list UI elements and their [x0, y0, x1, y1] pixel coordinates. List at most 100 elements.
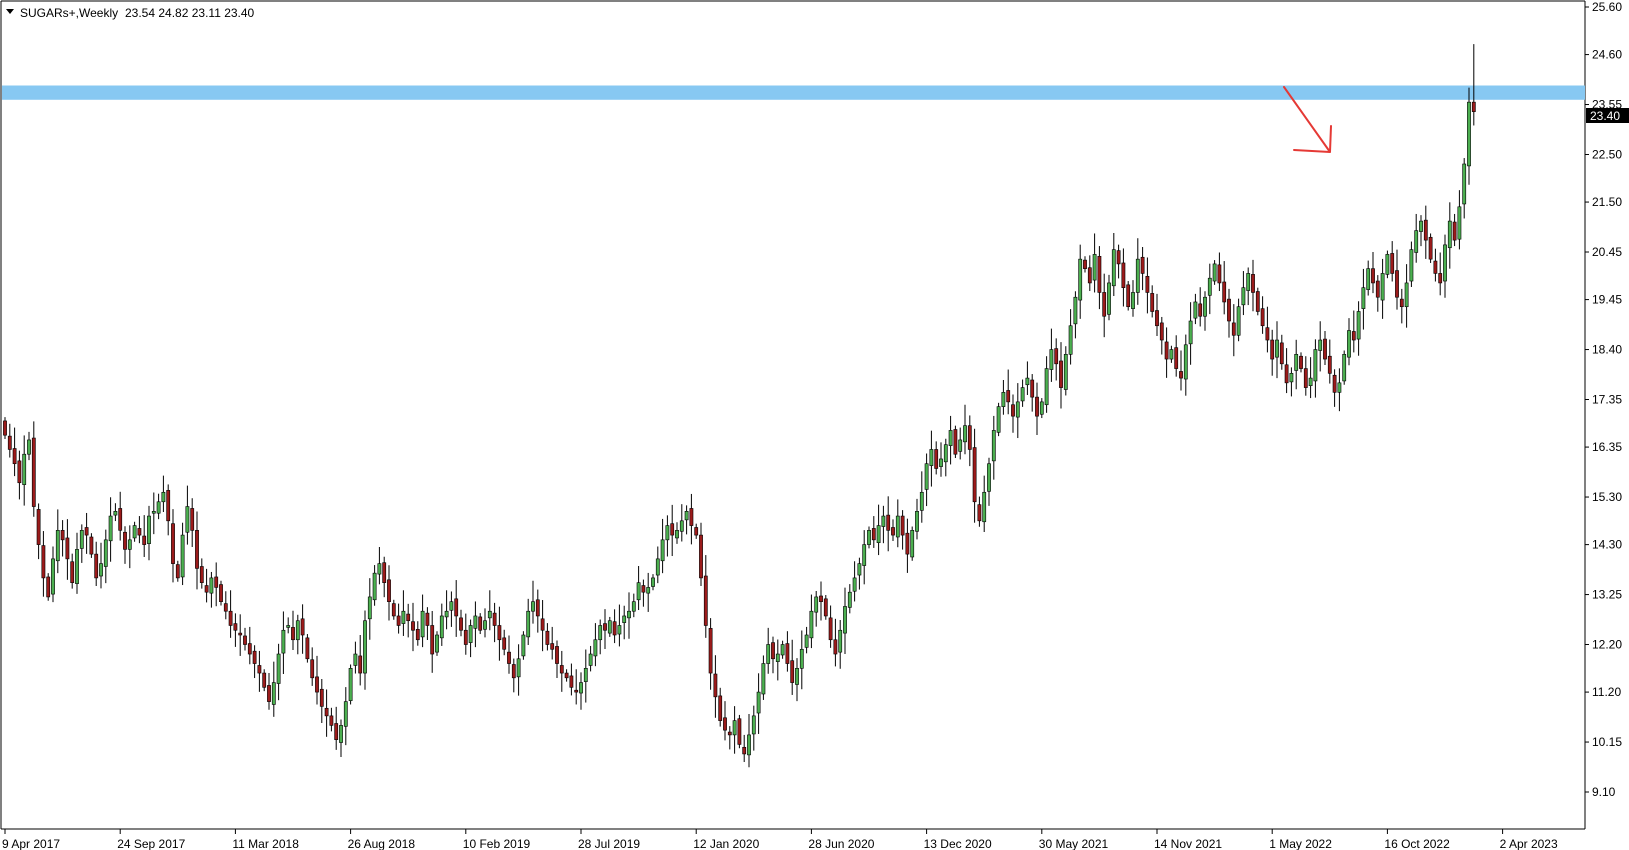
bear-candle[interactable] — [886, 514, 891, 531]
bear-candle[interactable] — [1140, 256, 1145, 274]
bull-candle[interactable] — [1111, 249, 1116, 287]
bear-candle[interactable] — [12, 448, 17, 465]
bear-candle[interactable] — [238, 632, 243, 636]
bull-candle[interactable] — [1380, 273, 1385, 301]
bear-candle[interactable] — [463, 629, 468, 645]
bear-candle[interactable] — [723, 717, 727, 731]
bull-candle[interactable] — [401, 610, 406, 624]
bear-candle[interactable] — [319, 688, 324, 707]
bear-candle[interactable] — [1164, 341, 1169, 360]
bull-candle[interactable] — [751, 715, 756, 735]
bull-candle[interactable] — [180, 534, 185, 578]
bull-candle[interactable] — [108, 515, 113, 542]
bull-candle[interactable] — [1246, 273, 1251, 291]
bear-candle[interactable] — [1102, 292, 1107, 317]
bull-candle[interactable] — [876, 525, 881, 544]
bear-candle[interactable] — [329, 715, 334, 726]
bear-candle[interactable] — [718, 695, 723, 721]
bull-candle[interactable] — [583, 668, 588, 682]
bull-candle[interactable] — [1366, 268, 1371, 290]
bear-candle[interactable] — [70, 561, 75, 583]
bull-candle[interactable] — [449, 601, 454, 611]
bear-candle[interactable] — [1030, 379, 1035, 398]
bear-candle[interactable] — [771, 642, 775, 660]
bull-candle[interactable] — [1347, 330, 1351, 358]
bull-candle[interactable] — [809, 610, 814, 639]
resistance-zone[interactable] — [2, 85, 1585, 100]
bear-candle[interactable] — [1179, 371, 1183, 379]
bull-candle[interactable] — [281, 629, 286, 654]
bear-candle[interactable] — [214, 576, 219, 588]
bear-candle[interactable] — [396, 615, 401, 626]
bear-candle[interactable] — [823, 598, 828, 617]
bull-candle[interactable] — [103, 539, 108, 567]
triangle-down-icon[interactable] — [6, 9, 14, 14]
bull-candle[interactable] — [996, 406, 1001, 433]
bull-candle[interactable] — [531, 601, 535, 612]
bear-candle[interactable] — [305, 637, 310, 660]
bull-candle[interactable] — [339, 725, 343, 743]
bear-candle[interactable] — [41, 545, 46, 579]
bull-candle[interactable] — [521, 634, 526, 657]
bull-candle[interactable] — [271, 682, 276, 705]
bull-candle[interactable] — [747, 734, 751, 756]
bull-candle[interactable] — [151, 511, 156, 514]
bear-candle[interactable] — [1006, 390, 1011, 403]
bull-candle[interactable] — [1203, 296, 1207, 317]
bear-candle[interactable] — [219, 584, 223, 602]
bear-candle[interactable] — [699, 534, 703, 579]
bull-candle[interactable] — [1039, 401, 1044, 415]
bear-candle[interactable] — [1327, 355, 1332, 374]
bear-candle[interactable] — [1083, 259, 1087, 269]
bull-candle[interactable] — [132, 525, 137, 539]
bear-candle[interactable] — [900, 515, 905, 536]
bear-candle[interactable] — [1423, 219, 1428, 241]
bull-candle[interactable] — [439, 615, 444, 639]
bear-candle[interactable] — [972, 447, 977, 503]
bear-candle[interactable] — [1332, 374, 1337, 393]
bull-candle[interactable] — [948, 430, 953, 446]
bear-candle[interactable] — [310, 659, 315, 679]
bear-candle[interactable] — [790, 660, 795, 683]
bull-candle[interactable] — [353, 653, 358, 666]
bull-candle[interactable] — [1193, 301, 1198, 319]
bear-candle[interactable] — [934, 449, 939, 469]
bear-candle[interactable] — [871, 528, 876, 541]
bull-candle[interactable] — [473, 615, 478, 629]
bull-candle[interactable] — [910, 530, 915, 558]
bull-candle[interactable] — [838, 629, 843, 653]
bull-candle[interactable] — [75, 549, 79, 584]
bull-candle[interactable] — [579, 682, 583, 694]
bull-candle[interactable] — [867, 530, 871, 545]
bear-candle[interactable] — [411, 621, 415, 631]
bear-candle[interactable] — [1299, 355, 1303, 369]
bear-candle[interactable] — [425, 612, 430, 626]
bear-candle[interactable] — [953, 429, 958, 455]
bear-candle[interactable] — [257, 665, 262, 674]
bear-candle[interactable] — [31, 437, 36, 507]
bull-candle[interactable] — [483, 620, 487, 630]
bull-candle[interactable] — [631, 601, 636, 612]
bull-candle[interactable] — [780, 644, 785, 656]
bull-candle[interactable] — [367, 596, 372, 620]
bull-candle[interactable] — [377, 563, 382, 575]
bear-candle[interactable] — [1251, 274, 1255, 293]
bull-candle[interactable] — [1107, 282, 1111, 315]
bear-candle[interactable] — [1097, 255, 1102, 293]
bear-candle[interactable] — [46, 576, 51, 598]
bear-candle[interactable] — [406, 613, 411, 622]
bear-candle[interactable] — [1390, 253, 1395, 274]
bull-candle[interactable] — [1169, 349, 1174, 360]
bear-candle[interactable] — [545, 630, 550, 645]
bear-candle[interactable] — [819, 595, 823, 602]
bear-candle[interactable] — [564, 672, 569, 679]
bear-candle[interactable] — [315, 676, 319, 693]
bull-candle[interactable] — [435, 634, 439, 653]
bear-candle[interactable] — [17, 460, 22, 484]
bear-candle[interactable] — [1087, 267, 1092, 284]
bull-candle[interactable] — [1236, 306, 1241, 336]
bull-candle[interactable] — [943, 444, 948, 463]
bull-candle[interactable] — [732, 720, 737, 736]
bear-candle[interactable] — [118, 508, 123, 531]
bull-candle[interactable] — [1318, 339, 1323, 351]
